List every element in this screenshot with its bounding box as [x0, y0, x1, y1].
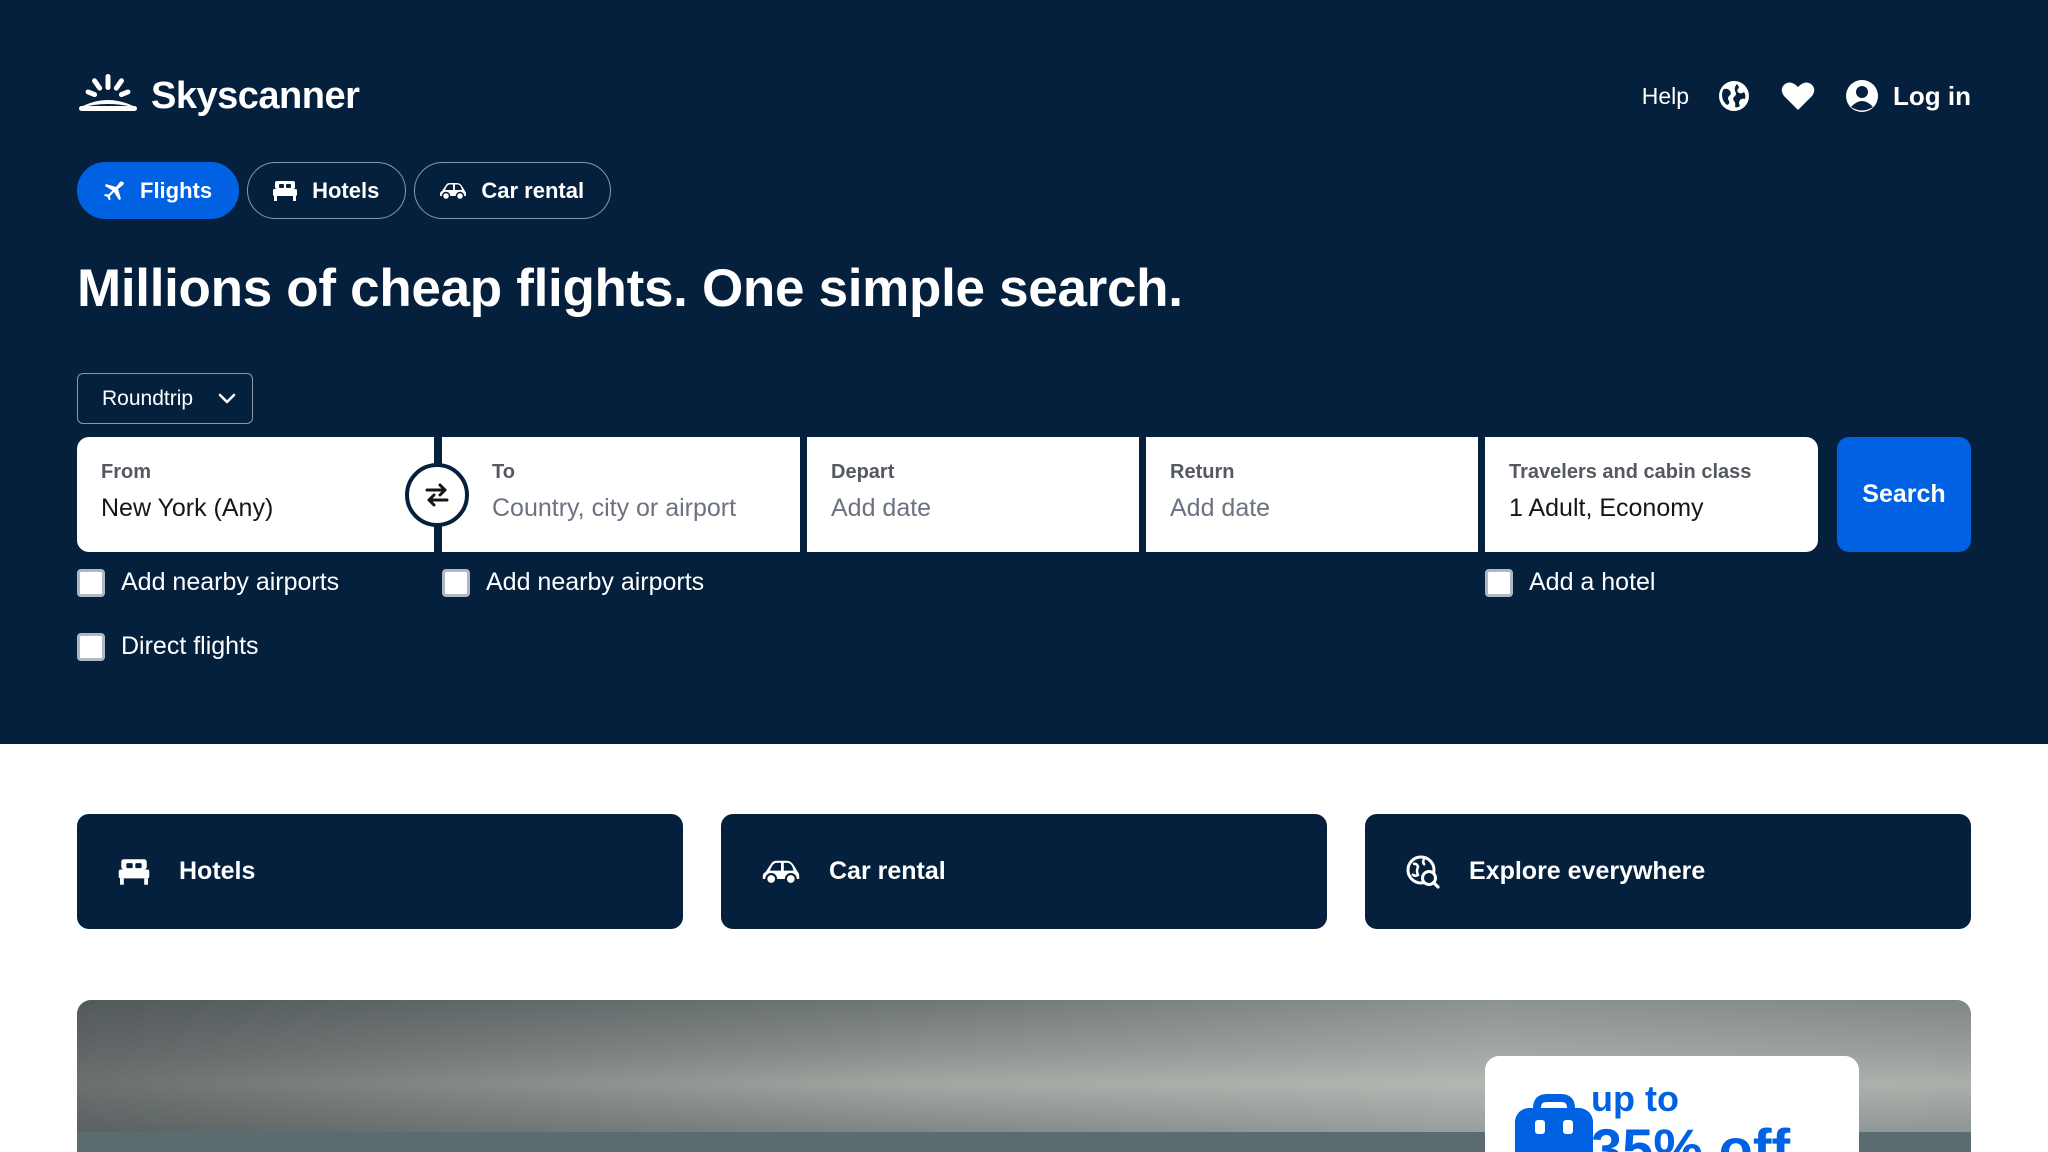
- help-link[interactable]: Help: [1642, 83, 1689, 110]
- quick-link-label: Hotels: [179, 857, 256, 885]
- swap-arrows-icon: [425, 483, 449, 507]
- quick-link-hotels[interactable]: Hotels: [77, 814, 683, 929]
- quick-link-car-rental[interactable]: Car rental: [721, 814, 1327, 929]
- swap-button[interactable]: [405, 463, 469, 527]
- from-label: From: [101, 461, 151, 483]
- direct-flights-checkbox[interactable]: Direct flights: [77, 632, 259, 661]
- search-button[interactable]: Search: [1837, 437, 1971, 552]
- tab-label: Hotels: [312, 177, 380, 203]
- brand-name: Skyscanner: [151, 74, 360, 117]
- sunrise-logo-icon: [79, 74, 137, 111]
- login-label: Log in: [1893, 80, 1971, 111]
- promo-upto-text: up to: [1591, 1078, 1679, 1119]
- car-icon: [440, 182, 467, 200]
- tab-label: Car rental: [481, 177, 585, 203]
- to-placeholder: Country, city or airport: [492, 494, 737, 522]
- page-headline: Millions of cheap flights. One simple se…: [77, 259, 1183, 318]
- top-header: Skyscanner Help Log in: [77, 70, 1971, 122]
- suitcase-icon: [1515, 1094, 1593, 1152]
- promo-card[interactable]: up to 35% off: [1485, 1056, 1859, 1152]
- add-hotel-checkbox[interactable]: Add a hotel: [1485, 568, 1656, 597]
- promo-banner[interactable]: up to 35% off: [77, 1000, 1971, 1152]
- depart-placeholder: Add date: [831, 494, 932, 522]
- checkbox-box[interactable]: [1485, 568, 1513, 597]
- travelers-label: Travelers and cabin class: [1509, 461, 1752, 483]
- tab-flights[interactable]: Flights: [77, 162, 240, 219]
- skyscanner-logo[interactable]: Skyscanner: [77, 70, 360, 122]
- tab-car-rental[interactable]: Car rental: [414, 162, 612, 219]
- to-nearby-checkbox[interactable]: Add nearby airports: [442, 568, 704, 597]
- globe-search-icon: [1406, 855, 1440, 889]
- to-field[interactable]: To Country, city or airport: [442, 437, 800, 552]
- return-placeholder: Add date: [1170, 494, 1271, 522]
- trip-type-value: Roundtrip: [102, 386, 194, 410]
- header-nav: Help Log in: [1642, 70, 1971, 122]
- checkbox-label: Add nearby airports: [121, 568, 340, 596]
- checkbox-box[interactable]: [442, 568, 470, 597]
- depart-label: Depart: [831, 461, 895, 483]
- return-label: Return: [1170, 461, 1235, 483]
- checkbox-label: Direct flights: [121, 632, 259, 660]
- promo-discount-text: 35% off: [1591, 1117, 1791, 1152]
- checkbox-box[interactable]: [77, 632, 105, 661]
- travelers-field[interactable]: Travelers and cabin class 1 Adult, Econo…: [1485, 437, 1818, 552]
- quick-link-label: Explore everywhere: [1469, 857, 1706, 885]
- plane-icon: [104, 181, 124, 200]
- return-field[interactable]: Return Add date: [1146, 437, 1478, 552]
- depart-field[interactable]: Depart Add date: [807, 437, 1139, 552]
- globe-icon[interactable]: [1717, 79, 1751, 113]
- quick-link-explore[interactable]: Explore everywhere: [1365, 814, 1971, 929]
- to-label: To: [492, 461, 515, 483]
- tab-label: Flights: [140, 177, 213, 203]
- quick-link-label: Car rental: [829, 857, 946, 885]
- from-field[interactable]: From New York (Any): [77, 437, 434, 552]
- chevron-down-icon: [218, 393, 236, 403]
- checkbox-label: Add a hotel: [1529, 568, 1656, 596]
- from-nearby-checkbox[interactable]: Add nearby airports: [77, 568, 339, 597]
- trip-type-dropdown[interactable]: Roundtrip: [77, 373, 253, 424]
- heart-icon[interactable]: [1781, 79, 1815, 113]
- login-button[interactable]: Log in: [1845, 79, 1971, 113]
- checkbox-box[interactable]: [77, 568, 105, 597]
- tab-hotels[interactable]: Hotels: [247, 162, 407, 219]
- bed-icon: [273, 180, 298, 201]
- product-tabs: Flights Hotels Car rental: [77, 162, 612, 219]
- user-icon: [1846, 80, 1879, 112]
- travelers-value: 1 Adult, Economy: [1509, 494, 1704, 522]
- checkbox-label: Add nearby airports: [486, 568, 705, 596]
- car-icon: [762, 860, 800, 885]
- from-value: New York (Any): [101, 494, 274, 522]
- bed-icon: [118, 858, 150, 885]
- hero-section: Skyscanner Help Log in Flights Hotels Ca…: [0, 0, 2048, 744]
